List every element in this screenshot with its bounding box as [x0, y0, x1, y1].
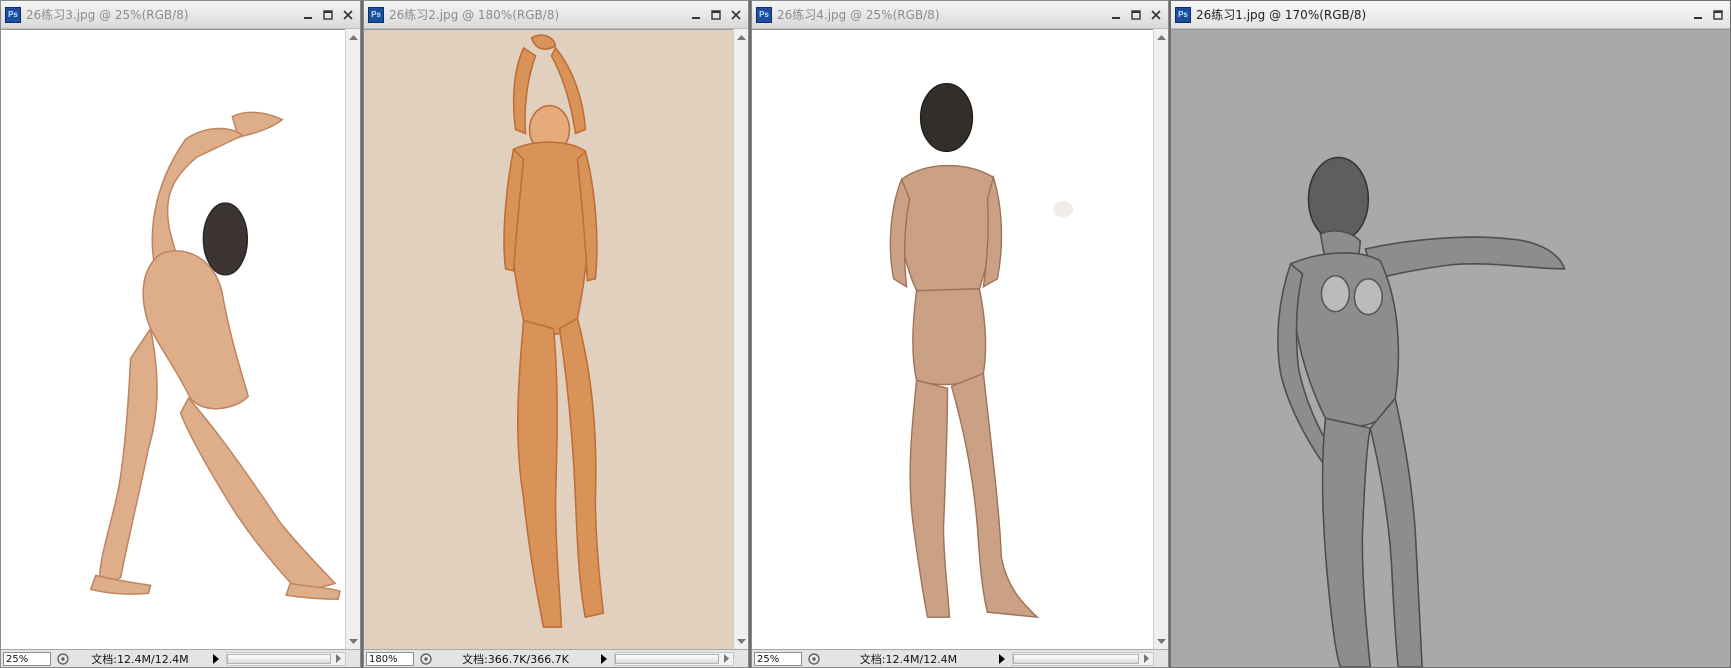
close-button[interactable] [1148, 7, 1164, 23]
zoom-field[interactable]: 180% [366, 651, 414, 666]
scroll-up-arrow[interactable] [1154, 29, 1168, 44]
document-window-4[interactable]: Ps 26练习1.jpg @ 170%(RGB/8) [1170, 0, 1731, 668]
maximize-icon [1713, 9, 1723, 20]
vertical-scrollbar[interactable] [733, 29, 748, 649]
document-canvas[interactable] [364, 29, 733, 649]
minimize-icon [692, 16, 700, 19]
resize-grip[interactable] [348, 652, 360, 666]
maximize-button[interactable] [708, 7, 724, 23]
document-window-2[interactable]: Ps 26练习2.jpg @ 180%(RGB/8) 180% 文档:366.7… [363, 0, 749, 668]
maximize-icon [1131, 9, 1141, 20]
status-next-button[interactable] [210, 652, 222, 666]
photoshop-workspace: Ps 26练习3.jpg @ 25%(RGB/8) 25% 文档:12.4M/1… [0, 0, 1731, 668]
figure-drawing-image [1171, 30, 1730, 667]
resize-grip[interactable] [1156, 652, 1168, 666]
close-button[interactable] [728, 7, 744, 23]
minimize-button[interactable] [300, 7, 316, 23]
minimize-button[interactable] [1108, 7, 1124, 23]
document-titlebar[interactable]: Ps 26练习3.jpg @ 25%(RGB/8) [1, 1, 360, 29]
minimize-icon [304, 16, 312, 19]
document-titlebar[interactable]: Ps 26练习2.jpg @ 180%(RGB/8) [364, 1, 748, 29]
status-menu-icon[interactable] [807, 652, 821, 666]
resize-grip[interactable] [736, 652, 748, 666]
document-size-info: 文档:12.4M/12.4M [91, 652, 189, 666]
zoom-field[interactable]: 25% [3, 651, 51, 666]
horizontal-scroll-thumb[interactable] [227, 653, 331, 664]
play-arrow-icon [999, 653, 1005, 664]
photoshop-icon: Ps [5, 6, 21, 23]
play-arrow-icon [213, 653, 219, 664]
horizontal-scrollbar[interactable] [226, 651, 346, 666]
scroll-down-arrow[interactable] [734, 634, 748, 649]
scroll-right-arrow[interactable] [1140, 653, 1153, 665]
photoshop-icon: Ps [368, 6, 384, 23]
document-title: 26练习2.jpg @ 180%(RGB/8) [389, 8, 560, 22]
status-next-button[interactable] [598, 652, 610, 666]
horizontal-scroll-thumb[interactable] [1013, 653, 1139, 664]
vertical-scrollbar[interactable] [1153, 29, 1168, 649]
figure-drawing-image [752, 30, 1153, 649]
close-button[interactable] [340, 7, 356, 23]
document-canvas[interactable] [1171, 29, 1730, 667]
scroll-right-arrow[interactable] [720, 653, 733, 665]
play-arrow-icon [601, 653, 607, 664]
close-icon [343, 9, 353, 20]
document-canvas[interactable] [752, 29, 1153, 649]
scroll-up-arrow[interactable] [734, 29, 748, 44]
maximize-icon [711, 9, 721, 20]
status-menu-icon[interactable] [419, 652, 433, 666]
minimize-button[interactable] [688, 7, 704, 23]
horizontal-scrollbar[interactable] [614, 651, 734, 666]
status-next-button[interactable] [996, 652, 1008, 666]
zoom-field[interactable]: 25% [754, 651, 802, 666]
maximize-button[interactable] [1710, 7, 1726, 23]
scroll-up-arrow[interactable] [346, 29, 360, 44]
horizontal-scrollbar[interactable] [1012, 651, 1154, 666]
minimize-button[interactable] [1690, 7, 1706, 23]
close-icon [731, 9, 741, 20]
vertical-scrollbar[interactable] [345, 29, 360, 649]
photoshop-icon: Ps [756, 6, 772, 23]
document-title: 26练习1.jpg @ 170%(RGB/8) [1196, 8, 1367, 22]
photoshop-icon: Ps [1175, 6, 1191, 23]
scroll-right-arrow[interactable] [332, 653, 345, 665]
maximize-button[interactable] [320, 7, 336, 23]
status-menu-icon[interactable] [56, 652, 70, 666]
scroll-down-arrow[interactable] [1154, 634, 1168, 649]
minimize-icon [1112, 16, 1120, 19]
figure-drawing-image [364, 30, 733, 649]
document-window-3[interactable]: Ps 26练习4.jpg @ 25%(RGB/8) 25% 文档:12.4M/1… [751, 0, 1169, 668]
document-size-info: 文档:12.4M/12.4M [859, 652, 958, 666]
status-bar: 25% 文档:12.4M/12.4M [1, 649, 360, 667]
document-titlebar[interactable]: Ps 26练习1.jpg @ 170%(RGB/8) [1171, 1, 1730, 29]
document-titlebar[interactable]: Ps 26练习4.jpg @ 25%(RGB/8) [752, 1, 1168, 29]
document-title: 26练习3.jpg @ 25%(RGB/8) [26, 8, 189, 22]
scroll-down-arrow[interactable] [346, 634, 360, 649]
horizontal-scroll-thumb[interactable] [615, 653, 719, 664]
document-window-1[interactable]: Ps 26练习3.jpg @ 25%(RGB/8) 25% 文档:12.4M/1… [0, 0, 361, 668]
status-bar: 180% 文档:366.7K/366.7K [364, 649, 748, 667]
document-size-info: 文档:366.7K/366.7K [462, 652, 569, 666]
document-title: 26练习4.jpg @ 25%(RGB/8) [777, 8, 940, 22]
close-icon [1151, 9, 1161, 20]
maximize-button[interactable] [1128, 7, 1144, 23]
status-bar: 25% 文档:12.4M/12.4M [752, 649, 1168, 667]
figure-drawing-image [1, 30, 345, 649]
minimize-icon [1694, 16, 1702, 19]
document-canvas[interactable] [1, 29, 345, 649]
maximize-icon [323, 9, 333, 20]
